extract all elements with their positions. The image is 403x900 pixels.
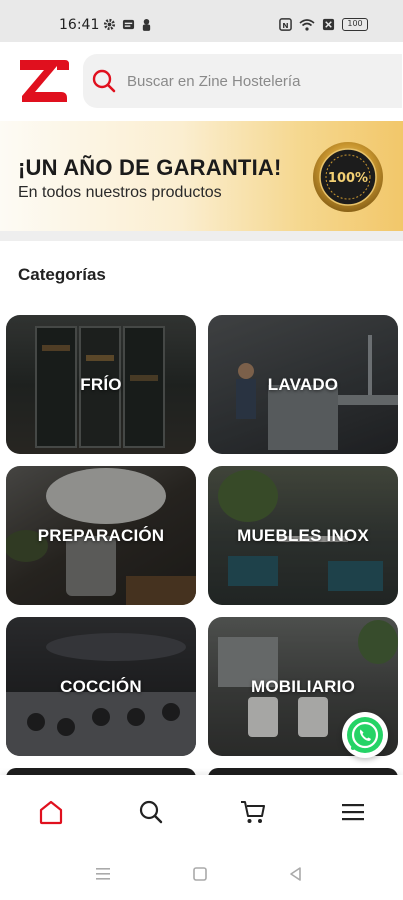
message-icon [122,19,135,30]
whatsapp-button[interactable] [342,712,388,758]
system-navigation-bar [0,847,403,900]
section-divider [0,231,403,241]
home-icon [39,800,63,825]
cart-icon [241,801,265,823]
nav-menu[interactable] [338,797,368,827]
nav-cart[interactable] [238,797,268,827]
whatsapp-icon [347,717,383,753]
status-system-icons: N 100 [279,18,368,31]
category-tile-muebles-inox[interactable]: MUEBLES INOX [208,466,398,605]
search-icon [139,800,163,824]
system-home-icon [193,867,207,881]
banner-subtitle: En todos nuestros productos [18,184,222,201]
category-label: COCCIÓN [60,676,142,696]
category-label: LAVADO [267,374,339,394]
sys-home-button[interactable] [190,865,210,883]
categories-title: Categorías [18,265,106,284]
guarantee-seal-icon: 100% [313,142,383,212]
sys-recents-button[interactable] [93,865,113,883]
nfc-icon: N [279,18,292,31]
category-tile-coccion[interactable]: COCCIÓN [6,617,196,756]
menu-icon [342,804,364,821]
badge-text: 100% [328,171,368,186]
category-tile-frio[interactable]: FRÍO [6,315,196,454]
category-label: PREPARACIÓN [37,525,165,545]
bottom-navigation [0,775,403,847]
category-label: FRÍO [80,374,122,394]
status-time: 16:41 [59,17,100,33]
wifi-icon [299,19,315,31]
status-notification-icons [103,18,152,31]
nav-search[interactable] [136,797,166,827]
sys-back-button[interactable] [286,865,306,883]
person-icon [142,19,151,31]
category-label: MUEBLES INOX [237,525,369,545]
category-tile-preparacion[interactable]: PREPARACIÓN [6,466,196,605]
search-bar[interactable] [83,54,402,108]
zine-logo-icon[interactable] [17,56,69,104]
category-tile-lavado[interactable]: LAVADO [208,315,398,454]
sim-icon [322,18,335,31]
settings-gear-icon [103,18,116,31]
svg-text:N: N [282,21,288,30]
app-header [0,42,403,120]
warranty-banner[interactable]: ¡UN AÑO DE GARANTIA! En todos nuestros p… [0,121,403,231]
search-input[interactable] [127,72,377,90]
nav-home[interactable] [36,797,66,827]
status-bar: 16:41 N 100 [0,0,403,42]
search-icon [92,69,116,93]
recents-icon [96,868,110,880]
battery-indicator: 100 [342,18,368,31]
banner-title: ¡UN AÑO DE GARANTIA! [18,155,282,180]
back-icon [290,867,301,881]
